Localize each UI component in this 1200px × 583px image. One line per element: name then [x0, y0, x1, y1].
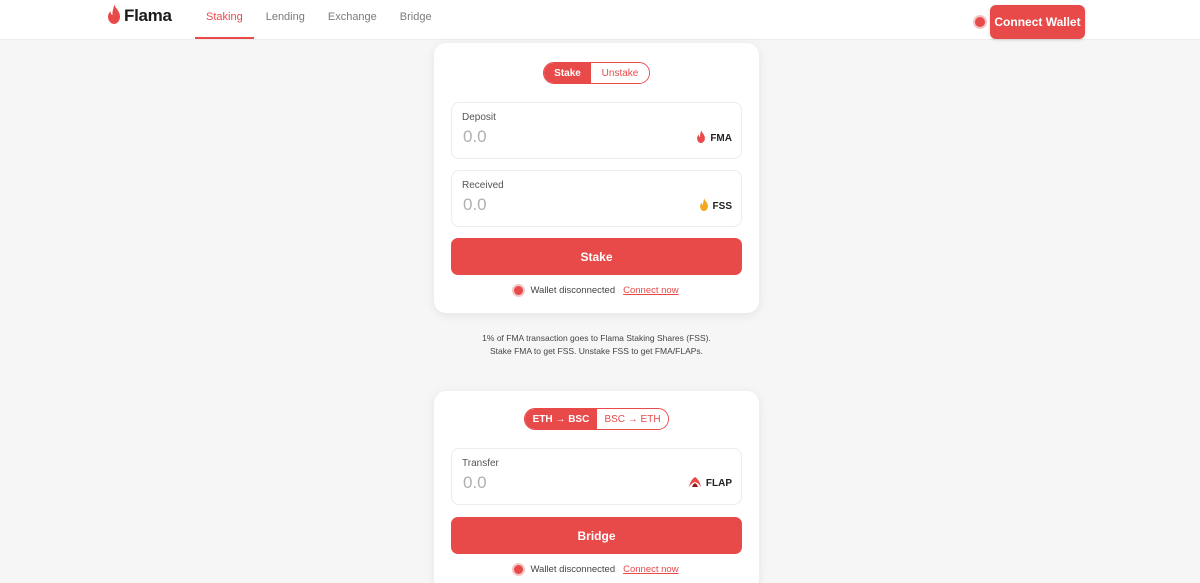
logo[interactable]: Flama — [107, 3, 172, 29]
tab-eth-to-bsc[interactable]: ETH → BSC — [525, 409, 597, 429]
received-token: FSS — [699, 198, 732, 214]
wallet-status-text: Wallet disconnected — [530, 564, 616, 575]
brand-name: Flama — [124, 6, 172, 25]
flame-red-icon — [696, 130, 706, 146]
transfer-field: Transfer FLAP — [451, 448, 742, 505]
deposit-token-symbol: FMA — [710, 132, 732, 144]
deposit-field: Deposit FMA — [451, 102, 742, 159]
connect-now-link[interactable]: Connect now — [623, 564, 678, 575]
received-token-symbol: FSS — [712, 200, 732, 212]
flama-logo-icon — [107, 3, 121, 29]
bridge-card: ETH → BSC BSC → ETH Transfer FLAP Bridge… — [434, 391, 759, 583]
main-nav: Staking Lending Exchange Bridge — [195, 0, 443, 40]
transfer-token-symbol: FLAP — [705, 478, 732, 489]
tab-unstake[interactable]: Unstake — [591, 63, 649, 83]
tab-bsc-to-eth[interactable]: BSC → ETH — [597, 409, 668, 429]
bridge-direction-toggle: ETH → BSC BSC → ETH — [524, 408, 669, 430]
wallet-status-dot — [975, 17, 985, 27]
nav-lending[interactable]: Lending — [255, 0, 316, 39]
info-line-2: Stake FMA to get FSS. Unstake FSS to get… — [489, 346, 704, 356]
staking-info: 1% of FMA transaction goes to Flama Stak… — [434, 332, 759, 358]
wallet-status: Wallet disconnected Connect now — [434, 285, 759, 296]
bridge-button[interactable]: Bridge — [451, 517, 742, 554]
wallet-status-text: Wallet disconnected — [530, 285, 616, 296]
connect-now-link[interactable]: Connect now — [623, 285, 678, 296]
received-label: Received — [462, 180, 504, 191]
bridge-wallet-status: Wallet disconnected Connect now — [434, 564, 759, 575]
deposit-input[interactable] — [463, 126, 663, 148]
staking-card: Stake Unstake Deposit FMA Received FSS S… — [434, 43, 759, 313]
tab-stake[interactable]: Stake — [544, 63, 591, 83]
nav-staking[interactable]: Staking — [195, 0, 254, 39]
stake-toggle: Stake Unstake — [543, 62, 650, 84]
received-field: Received FSS — [451, 170, 742, 227]
deposit-token: FMA — [696, 130, 732, 146]
transfer-input[interactable] — [463, 472, 663, 494]
top-navbar: Flama Staking Lending Exchange Bridge Co… — [0, 0, 1200, 40]
transfer-token: FLAP — [688, 476, 732, 491]
transfer-label: Transfer — [462, 458, 499, 469]
nav-bridge[interactable]: Bridge — [389, 0, 443, 39]
flame-gold-icon — [699, 198, 709, 214]
connect-wallet-button[interactable]: Connect Wallet — [990, 5, 1085, 39]
nav-exchange[interactable]: Exchange — [317, 0, 388, 39]
stake-button[interactable]: Stake — [451, 238, 742, 275]
status-dot — [514, 565, 524, 574]
info-line-1: 1% of FMA transaction goes to Flama Stak… — [482, 333, 711, 343]
deposit-label: Deposit — [462, 112, 496, 123]
status-dot — [514, 286, 524, 295]
received-input[interactable] — [463, 194, 663, 216]
flap-icon — [688, 476, 702, 491]
